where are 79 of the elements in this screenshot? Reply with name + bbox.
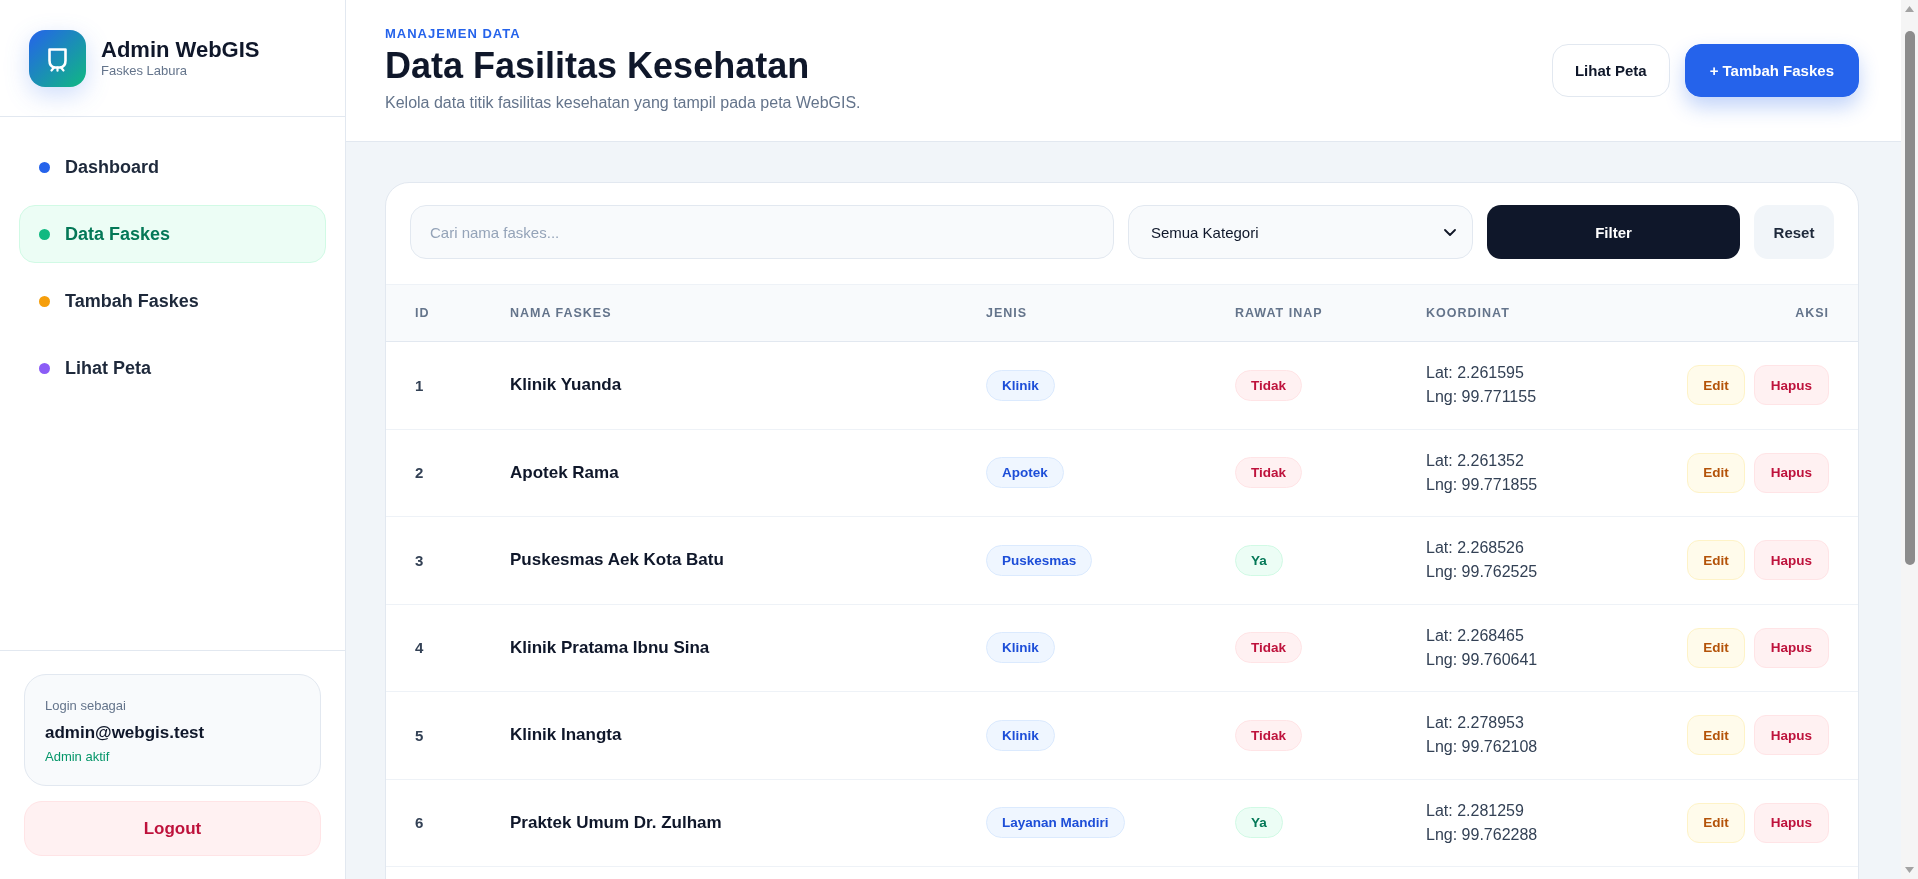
nav-item[interactable]: Lihat Peta [19, 339, 326, 397]
column-header: ID [415, 306, 430, 320]
inpatient-badge: Ya [1235, 544, 1283, 576]
filter-button[interactable]: Filter [1487, 205, 1740, 259]
latitude-text: Lat: 2.268465 [1426, 625, 1524, 646]
page-subtitle: Kelola data titik fasilitas kesehatan yang tampil pada peta WebGIS. [385, 93, 861, 113]
login-caption: Login sebagai [45, 697, 127, 715]
add-facility-button[interactable]: + Tambah Faskes [1684, 44, 1859, 97]
type-badge: Puskesmas [986, 544, 1093, 576]
name-cell: Klinik Yuanda [510, 375, 622, 396]
section-label: MANAJEMEN DATA [385, 26, 522, 42]
edit-button[interactable]: Edit [1687, 365, 1745, 406]
delete-button[interactable]: Hapus [1753, 452, 1829, 493]
id-cell: 5 [415, 726, 424, 744]
column-header: NAMA FASKES [510, 306, 612, 320]
scrollbar[interactable] [1901, 0, 1918, 879]
inpatient-badge: Ya [1235, 807, 1283, 839]
longitude-text: Lng: 99.762108 [1426, 737, 1538, 758]
name-cell: Apotek Rama [510, 462, 619, 483]
inpatient-badge: Tidak [1235, 369, 1302, 401]
longitude-text: Lng: 99.771155 [1426, 387, 1537, 408]
brand-title: Admin WebGIS [101, 37, 260, 63]
edit-button[interactable]: Edit [1687, 452, 1745, 493]
type-badge: Layanan Mandiri [986, 807, 1125, 839]
reset-button[interactable]: Reset [1754, 205, 1834, 259]
page-title: Data Fasilitas Kesehatan [385, 45, 811, 87]
scrollbar-thumb[interactable] [1904, 31, 1915, 565]
logout-button[interactable]: Logout [24, 801, 321, 856]
delete-button[interactable]: Hapus [1753, 802, 1829, 843]
category-select[interactable]: Semua Kategori [1127, 205, 1473, 259]
delete-button[interactable]: Hapus [1753, 365, 1829, 406]
name-cell: Klinik Inangta [510, 725, 622, 746]
latitude-text: Lat: 2.268526 [1426, 538, 1524, 559]
brand-subtitle: Faskes Labura [101, 63, 188, 79]
nav-item[interactable]: Dashboard [19, 138, 326, 196]
latitude-text: Lat: 2.281259 [1426, 800, 1524, 821]
nav-item[interactable]: Data Faskes [19, 205, 326, 263]
id-cell: 2 [415, 464, 424, 482]
latitude-text: Lat: 2.278953 [1426, 713, 1524, 734]
longitude-text: Lng: 99.762288 [1426, 824, 1538, 845]
id-cell: 4 [415, 639, 424, 657]
view-map-button[interactable]: Lihat Peta [1551, 44, 1670, 97]
latitude-text: Lat: 2.261352 [1426, 450, 1524, 471]
longitude-text: Lng: 99.771855 [1426, 474, 1538, 495]
delete-button[interactable]: Hapus [1753, 627, 1829, 668]
type-badge: Apotek [986, 457, 1064, 489]
type-badge: Klinik [986, 719, 1055, 751]
id-cell: 3 [415, 551, 424, 569]
longitude-text: Lng: 99.760641 [1426, 649, 1538, 670]
edit-button[interactable]: Edit [1687, 802, 1745, 843]
column-header: JENIS [986, 306, 1028, 320]
id-cell: 6 [415, 814, 424, 832]
nav-item[interactable]: Tambah Faskes [19, 272, 326, 330]
name-cell: Klinik Pratama Ibnu Sina [510, 637, 710, 658]
id-cell: 1 [415, 376, 424, 394]
scroll-up-icon[interactable] [1905, 6, 1914, 12]
user-email: admin@webgis.test [45, 722, 206, 744]
chevron-down-icon [1444, 228, 1456, 236]
edit-button[interactable]: Edit [1687, 715, 1745, 756]
name-cell: Praktek Umum Dr. Zulham [510, 812, 722, 833]
inpatient-badge: Tidak [1235, 457, 1302, 489]
edit-button[interactable]: Edit [1687, 627, 1745, 668]
delete-button[interactable]: Hapus [1753, 540, 1829, 581]
scroll-down-icon[interactable] [1905, 867, 1914, 873]
type-badge: Klinik [986, 632, 1055, 664]
inpatient-badge: Tidak [1235, 719, 1302, 751]
name-cell: Puskesmas Aek Kota Batu [510, 550, 724, 571]
type-badge: Klinik [986, 369, 1055, 401]
column-header: KOORDINAT [1426, 306, 1510, 320]
inpatient-badge: Tidak [1235, 632, 1302, 664]
latitude-text: Lat: 2.261595 [1426, 363, 1524, 384]
column-header: RAWAT INAP [1235, 306, 1323, 320]
user-status: Admin aktif [45, 748, 111, 766]
search-field[interactable]: Cari nama faskes... [410, 205, 1114, 259]
column-header: AKSI [1795, 306, 1829, 320]
edit-button[interactable]: Edit [1687, 540, 1745, 581]
longitude-text: Lng: 99.762525 [1426, 562, 1538, 583]
logo-icon [29, 29, 86, 87]
delete-button[interactable]: Hapus [1753, 715, 1829, 756]
